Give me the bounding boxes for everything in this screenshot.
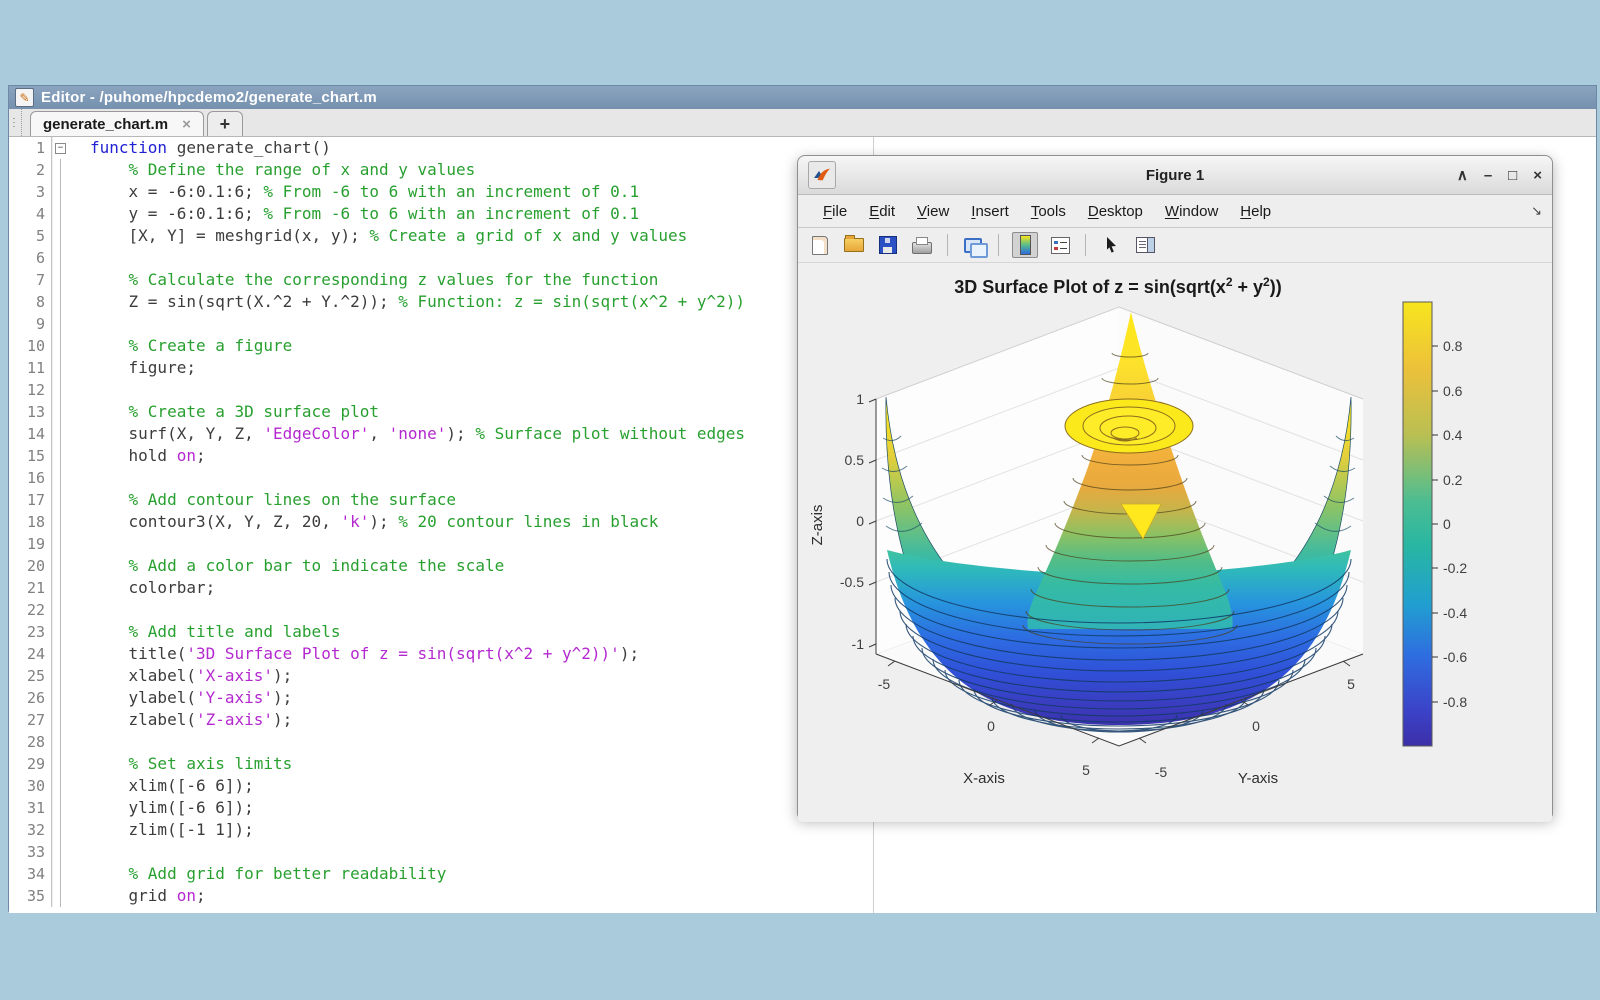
figure-window: Figure 1 ∧ – □ × FileEditViewInsertTools…	[797, 155, 1553, 818]
code-line[interactable]: 33	[9, 841, 1596, 863]
menu-edit[interactable]: Edit	[858, 203, 906, 220]
print-icon[interactable]	[910, 233, 934, 257]
minimize-button[interactable]: –	[1484, 168, 1492, 183]
menu-view[interactable]: View	[906, 203, 960, 220]
insert-colorbar-icon[interactable]	[1012, 232, 1038, 258]
toolbar-separator	[998, 234, 999, 256]
svg-text:0.5: 0.5	[845, 452, 865, 468]
svg-text:0: 0	[1252, 718, 1260, 734]
plot-title: 3D Surface Plot of z = sin(sqrt(x2 + y2)…	[798, 275, 1438, 298]
property-editor-icon[interactable]	[1133, 233, 1157, 257]
figure-menubar: FileEditViewInsertToolsDesktopWindowHelp…	[798, 195, 1552, 228]
svg-text:-5: -5	[878, 676, 891, 692]
svg-text:-0.6: -0.6	[1443, 649, 1467, 665]
editor-titlebar[interactable]: ✎ Editor - /puhome/hpcdemo2/generate_cha…	[9, 86, 1596, 109]
editor-pencil-icon: ✎	[15, 88, 34, 107]
z-axis-label: Z-axis	[809, 505, 826, 546]
svg-text:-0.4: -0.4	[1443, 605, 1467, 621]
svg-text:0.8: 0.8	[1443, 338, 1463, 354]
tabstrip-grip	[9, 109, 22, 136]
svg-text:0: 0	[987, 718, 995, 734]
menu-desktop[interactable]: Desktop	[1077, 203, 1154, 220]
menu-file[interactable]: File	[812, 203, 858, 220]
tab-close-icon[interactable]: ×	[182, 116, 191, 133]
figure-window-controls: ∧ – □ ×	[1457, 168, 1542, 183]
new-file-icon[interactable]	[808, 233, 832, 257]
svg-text:5: 5	[1082, 762, 1090, 778]
figure-title: Figure 1	[798, 167, 1552, 184]
svg-text:0.4: 0.4	[1443, 427, 1463, 443]
dock-arrow-icon[interactable]: ↘	[1531, 203, 1542, 219]
svg-text:-1: -1	[852, 636, 865, 652]
tab-generate-chart[interactable]: generate_chart.m ×	[30, 111, 204, 136]
svg-text:1: 1	[856, 391, 864, 407]
y-axis-label: Y-axis	[1238, 770, 1278, 787]
toolbar-separator	[947, 234, 948, 256]
svg-text:-0.5: -0.5	[840, 574, 864, 590]
svg-text:0.2: 0.2	[1443, 472, 1463, 488]
menu-window[interactable]: Window	[1154, 203, 1229, 220]
maximize-button[interactable]: □	[1508, 168, 1517, 183]
svg-text:-5: -5	[1155, 764, 1168, 780]
tab-label: generate_chart.m	[43, 116, 168, 133]
close-button[interactable]: ×	[1533, 168, 1542, 183]
toolbar-separator	[1085, 234, 1086, 256]
edit-plot-cursor-icon[interactable]	[1099, 233, 1123, 257]
menu-tools[interactable]: Tools	[1020, 203, 1077, 220]
editor-title: Editor - /puhome/hpcdemo2/generate_chart…	[41, 89, 377, 106]
figure-canvas: 3D Surface Plot of z = sin(sqrt(x2 + y2)…	[798, 263, 1552, 822]
figure-toolbar	[798, 228, 1552, 263]
menu-insert[interactable]: Insert	[960, 203, 1020, 220]
svg-text:0: 0	[856, 513, 864, 529]
menu-help[interactable]: Help	[1229, 203, 1282, 220]
insert-legend-icon[interactable]	[1048, 233, 1072, 257]
code-line[interactable]: 32 zlim([-1 1]);	[9, 819, 1596, 841]
svg-text:0.6: 0.6	[1443, 383, 1463, 399]
code-line[interactable]: 34 % Add grid for better readability	[9, 863, 1596, 885]
link-plot-icon[interactable]	[961, 233, 985, 257]
new-tab-button[interactable]: +	[207, 111, 243, 136]
colorbar: 0.8 0.6 0.4 0.2 0 -0.2 -0.4 -0.6 -0.8	[1403, 302, 1467, 746]
x-axis-label: X-axis	[963, 770, 1005, 787]
code-line[interactable]: 35 grid on;	[9, 885, 1596, 907]
open-file-icon[interactable]	[842, 233, 866, 257]
svg-text:0: 0	[1443, 516, 1451, 532]
svg-text:5: 5	[1347, 676, 1355, 692]
matlab-logo-icon	[808, 161, 836, 189]
figure-titlebar[interactable]: Figure 1 ∧ – □ ×	[798, 156, 1552, 195]
svg-text:-0.2: -0.2	[1443, 560, 1467, 576]
shade-button[interactable]: ∧	[1457, 168, 1468, 183]
svg-text:-0.8: -0.8	[1443, 694, 1467, 710]
save-icon[interactable]	[876, 233, 900, 257]
editor-tabstrip: generate_chart.m × +	[9, 109, 1596, 137]
surface-plot: 1 0.5 0 -0.5 -1 -5 0 5 -5 0 5 X-axis Y-a…	[798, 263, 1554, 822]
